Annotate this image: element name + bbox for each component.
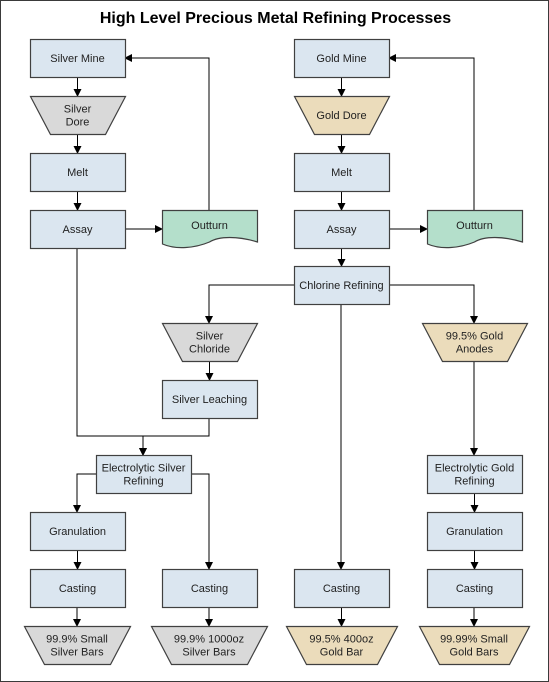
node-silver-dore: SilverDore xyxy=(29,95,127,136)
node-gold-mine: Gold Mine xyxy=(293,38,391,79)
node-label: Electrolytic Silver xyxy=(102,463,186,475)
node-silver-chloride: SilverChloride xyxy=(161,322,259,363)
node-gold-granulation: Granulation xyxy=(426,511,524,552)
node-label: Silver Mine xyxy=(50,53,104,65)
node-label: 99.5% 400oz xyxy=(309,634,373,646)
node-label: Gold Bar xyxy=(320,647,364,659)
node-shape-gold_product xyxy=(418,625,531,666)
node-label: Casting xyxy=(456,583,493,595)
connector-chlorine-refining-to-gold-anodes xyxy=(389,284,478,324)
node-silver-mine: Silver Mine xyxy=(29,38,127,79)
node-label: 99.9% Small xyxy=(46,634,108,646)
node-silver-casting-small: Casting xyxy=(29,568,127,609)
node-silver-assay: Assay xyxy=(29,209,127,250)
node-label: Gold Mine xyxy=(316,53,366,65)
node-label: Gold Dore xyxy=(316,110,366,122)
connector-electrolytic-silver-refining-to-silver-granulation xyxy=(73,473,96,513)
node-gold-outturn: Outturn xyxy=(426,209,524,249)
node-label: Gold Bars xyxy=(450,647,499,659)
node-electrolytic-gold-refining: Electrolytic GoldRefining xyxy=(426,454,524,495)
node-shape-silver_product xyxy=(23,625,132,666)
node-label: Granulation xyxy=(446,526,503,538)
node-label: Casting xyxy=(323,583,360,595)
node-label: 99.99% Small xyxy=(440,634,508,646)
node-silver-1000oz-bars: 99.9% 1000ozSilver Bars xyxy=(150,625,269,666)
node-label: Dore xyxy=(66,117,90,129)
node-label: Chlorine Refining xyxy=(299,280,383,292)
node-label: 99.9% 1000oz xyxy=(174,634,244,646)
node-label: Outturn xyxy=(456,220,493,232)
node-label: 99.5% Gold xyxy=(446,331,503,343)
node-label: Anodes xyxy=(456,344,494,356)
node-gold-anodes: 99.5% GoldAnodes xyxy=(421,322,529,363)
node-silver-small-bars: 99.9% SmallSilver Bars xyxy=(23,625,132,666)
node-label: Silver xyxy=(64,104,92,116)
node-shape-silver_product xyxy=(150,625,269,666)
node-gold-casting-400oz: Casting xyxy=(293,568,391,609)
node-label: Assay xyxy=(63,224,93,236)
node-shape-gold_product xyxy=(285,625,399,666)
node-label: Outturn xyxy=(191,220,228,232)
node-gold-small-bars: 99.99% SmallGold Bars xyxy=(418,625,531,666)
node-electrolytic-silver-refining: Electrolytic SilverRefining xyxy=(95,454,193,495)
connector-silver-leaching-to-electrolytic-silver-refining xyxy=(139,418,210,456)
node-label: Melt xyxy=(331,167,352,179)
diagram-canvas: High Level Precious Metal Refining Proce… xyxy=(0,0,549,682)
node-silver-leaching: Silver Leaching xyxy=(161,379,259,420)
node-label: Silver Leaching xyxy=(172,394,247,406)
connector-electrolytic-silver-refining-to-silver-casting-1000oz xyxy=(191,473,213,570)
node-gold-400oz-bar: 99.5% 400ozGold Bar xyxy=(285,625,399,666)
node-label: Electrolytic Gold xyxy=(435,463,514,475)
connector-silver-assay-to-electrolytic-silver-refining xyxy=(76,248,147,456)
node-label: Chloride xyxy=(189,344,230,356)
connector-silver-outturn-to-silver-mine xyxy=(124,54,210,210)
node-label: Silver Bars xyxy=(50,647,104,659)
flowchart: Silver MineSilverDoreMeltAssay OutturnGol… xyxy=(23,38,531,666)
connector-gold-outturn-to-gold-mine xyxy=(388,54,475,210)
connector-chlorine-refining-to-silver-chloride xyxy=(205,284,294,324)
node-gold-assay: Assay xyxy=(293,209,391,250)
node-label: Casting xyxy=(59,583,96,595)
node-label: Refining xyxy=(454,476,494,488)
node-label: Granulation xyxy=(49,526,106,538)
node-chlorine-refining: Chlorine Refining xyxy=(293,265,391,306)
node-label: Melt xyxy=(67,167,88,179)
node-silver-melt: Melt xyxy=(29,152,127,193)
node-gold-dore: Gold Dore xyxy=(293,95,391,136)
node-shape-silver_product xyxy=(161,322,259,363)
node-label: Silver xyxy=(196,331,224,343)
node-silver-outturn: Outturn xyxy=(161,209,259,249)
node-silver-casting-1000oz: Casting xyxy=(161,568,259,609)
node-label: Silver Bars xyxy=(182,647,236,659)
node-shape-gold_product xyxy=(421,322,529,363)
node-silver-granulation: Granulation xyxy=(29,511,127,552)
node-gold-melt: Melt xyxy=(293,152,391,193)
node-shape-process xyxy=(426,454,524,495)
node-gold-casting-small: Casting xyxy=(426,568,524,609)
node-label: Assay xyxy=(327,224,357,236)
node-shape-silver_product xyxy=(29,95,127,136)
node-shape-process xyxy=(95,454,193,495)
node-label: Casting xyxy=(191,583,228,595)
node-label: Refining xyxy=(123,476,163,488)
